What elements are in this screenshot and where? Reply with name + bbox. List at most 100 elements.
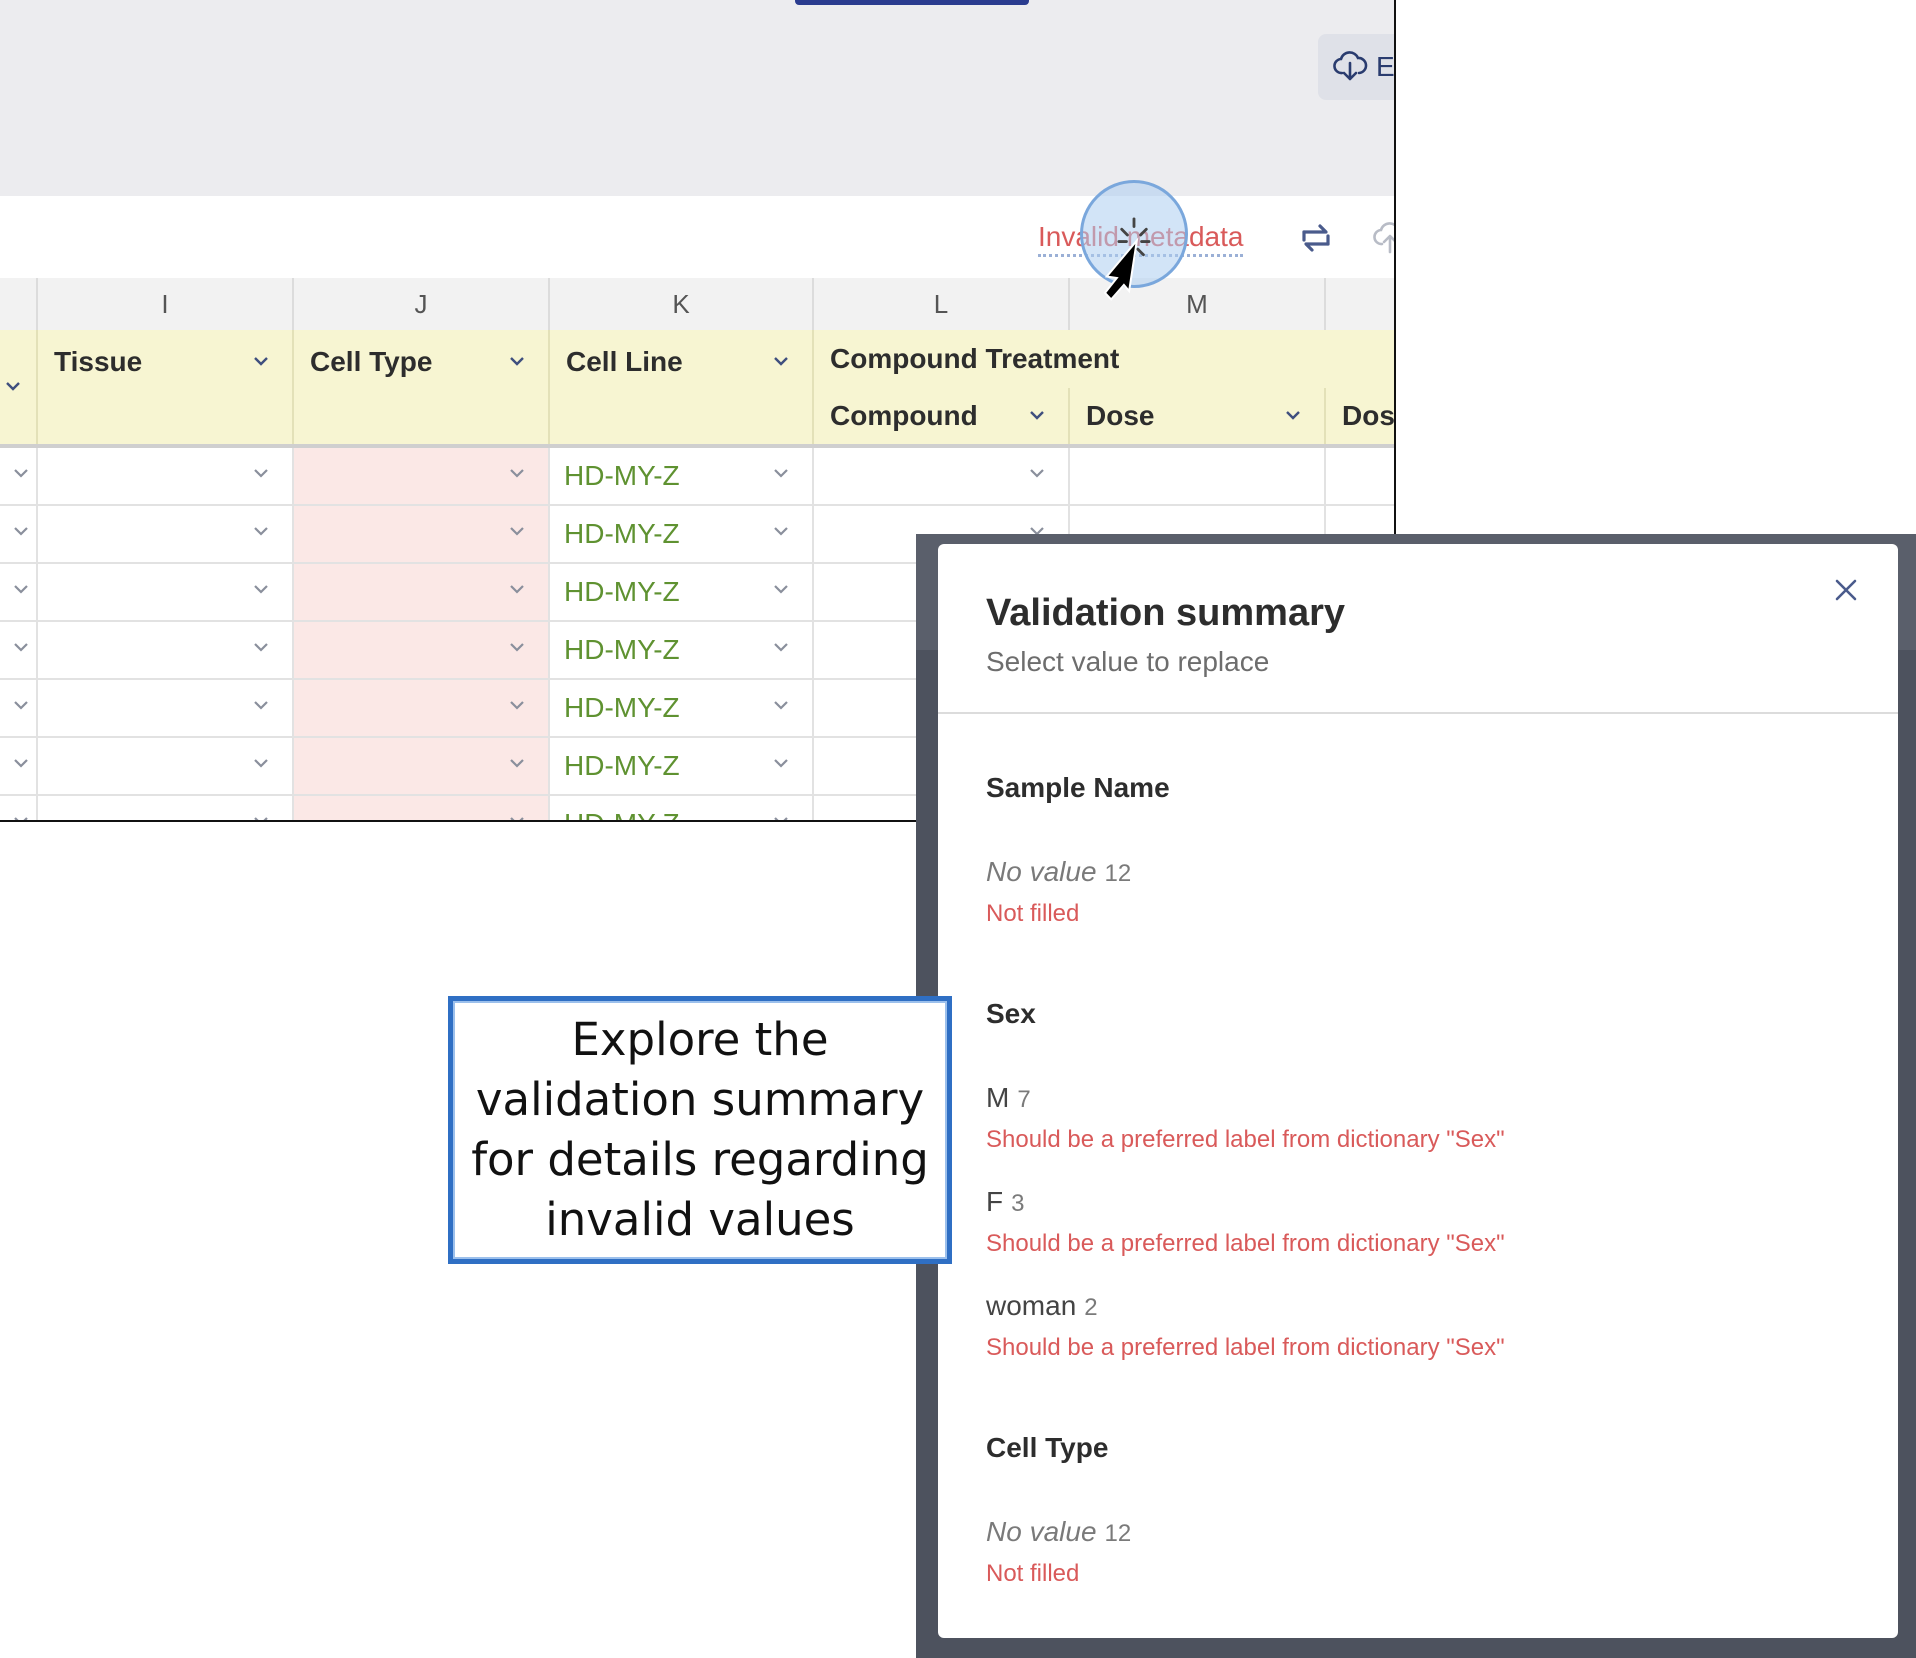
- cell-cell-line[interactable]: HD-MY-Z: [550, 738, 814, 796]
- export-button[interactable]: E:: [1318, 34, 1395, 100]
- cell-tissue[interactable]: [38, 680, 294, 738]
- cell-cell-type[interactable]: [294, 564, 550, 622]
- cell-partial[interactable]: [0, 738, 38, 796]
- chevron-down-icon[interactable]: [508, 638, 526, 656]
- chevron-down-icon[interactable]: [252, 812, 270, 822]
- chevron-down-icon[interactable]: [12, 696, 30, 714]
- invalid-value-item[interactable]: M7: [986, 1082, 1031, 1114]
- chevron-down-icon[interactable]: [4, 377, 22, 395]
- cloud-upload-icon[interactable]: [1372, 218, 1396, 258]
- chevron-down-icon[interactable]: [252, 522, 270, 540]
- cell-tissue[interactable]: [38, 448, 294, 506]
- chevron-down-icon[interactable]: [508, 464, 526, 482]
- header-tissue[interactable]: Tissue: [38, 330, 294, 446]
- cell-value: HD-MY-Z: [564, 692, 680, 723]
- chevron-down-icon[interactable]: [508, 754, 526, 772]
- invalid-value-item[interactable]: woman 2: [986, 1290, 1098, 1322]
- cell-cell-type[interactable]: [294, 738, 550, 796]
- cell-partial[interactable]: [0, 680, 38, 738]
- cell-cell-line[interactable]: HD-MY-Z: [550, 564, 814, 622]
- chevron-down-icon[interactable]: [508, 522, 526, 540]
- validation-summary-panel: Validation summary Select value to repla…: [938, 544, 1898, 1638]
- chevron-down-icon[interactable]: [12, 580, 30, 598]
- column-letter[interactable]: I: [38, 278, 294, 330]
- chevron-down-icon[interactable]: [1028, 406, 1046, 424]
- chevron-down-icon[interactable]: [252, 352, 270, 370]
- cell-cell-line[interactable]: HD-MY-Z: [550, 622, 814, 680]
- column-letter-h: [0, 278, 38, 330]
- chevron-down-icon[interactable]: [772, 464, 790, 482]
- chevron-down-icon[interactable]: [772, 696, 790, 714]
- chevron-down-icon[interactable]: [772, 580, 790, 598]
- cell-cell-type[interactable]: [294, 506, 550, 564]
- value-count: 2: [1084, 1294, 1098, 1321]
- header-partial: [0, 330, 38, 446]
- chevron-down-icon[interactable]: [772, 812, 790, 822]
- cell-partial[interactable]: [0, 564, 38, 622]
- cell-value: HD-MY-Z: [564, 634, 680, 665]
- header-label: Cell Line: [566, 346, 683, 377]
- export-button-label: E:: [1376, 51, 1395, 82]
- chevron-down-icon[interactable]: [252, 696, 270, 714]
- cell-partial[interactable]: [0, 506, 38, 564]
- cell-cell-line[interactable]: HD-MY-Z: [550, 506, 814, 564]
- cell-cell-type[interactable]: [294, 796, 550, 822]
- value-label: woman: [986, 1290, 1077, 1321]
- invalid-value-item[interactable]: F3: [986, 1186, 1024, 1218]
- chevron-down-icon[interactable]: [508, 696, 526, 714]
- validation-error: Should be a preferred label from diction…: [986, 1126, 1505, 1153]
- chevron-down-icon[interactable]: [12, 754, 30, 772]
- cell-compound[interactable]: [814, 448, 1070, 506]
- column-letter[interactable]: L: [814, 278, 1070, 330]
- chevron-down-icon[interactable]: [1028, 464, 1046, 482]
- chevron-down-icon[interactable]: [252, 638, 270, 656]
- chevron-down-icon[interactable]: [252, 580, 270, 598]
- chevron-down-icon[interactable]: [772, 522, 790, 540]
- chevron-down-icon[interactable]: [252, 464, 270, 482]
- header-compound[interactable]: Compound: [814, 388, 1070, 446]
- cell-cell-line[interactable]: HD-MY-Z: [550, 796, 814, 822]
- chevron-down-icon[interactable]: [252, 754, 270, 772]
- header-cell-type[interactable]: Cell Type: [294, 330, 550, 446]
- chevron-down-icon[interactable]: [772, 638, 790, 656]
- chevron-down-icon[interactable]: [508, 812, 526, 822]
- column-letter[interactable]: J: [294, 278, 550, 330]
- invalid-value-item[interactable]: No value 12: [986, 856, 1131, 888]
- header-dose[interactable]: Dose: [1070, 388, 1326, 446]
- cell-partial[interactable]: [0, 796, 38, 822]
- header-dose-unit-partial[interactable]: Dose: [1326, 388, 1394, 446]
- cell-partial[interactable]: [0, 622, 38, 680]
- cell-dose-unit[interactable]: [1326, 448, 1394, 506]
- invalid-value-item[interactable]: No value 12: [986, 1516, 1131, 1548]
- header-cell-line[interactable]: Cell Line: [550, 330, 814, 446]
- cell-cell-type[interactable]: [294, 622, 550, 680]
- header-label: Dose: [1086, 400, 1155, 431]
- sync-icon[interactable]: [1296, 218, 1336, 258]
- cell-cell-line[interactable]: HD-MY-Z: [550, 680, 814, 738]
- close-icon[interactable]: [1828, 572, 1864, 608]
- cell-dose[interactable]: [1070, 448, 1326, 506]
- chevron-down-icon[interactable]: [508, 580, 526, 598]
- chevron-down-icon[interactable]: [1284, 406, 1302, 424]
- chevron-down-icon[interactable]: [12, 812, 30, 822]
- cell-tissue[interactable]: [38, 796, 294, 822]
- chevron-down-icon[interactable]: [772, 352, 790, 370]
- value-label: No value: [986, 856, 1097, 887]
- cell-cell-type[interactable]: [294, 448, 550, 506]
- chevron-down-icon[interactable]: [12, 638, 30, 656]
- validation-error: Not filled: [986, 1560, 1080, 1587]
- cell-partial[interactable]: [0, 448, 38, 506]
- cell-tissue[interactable]: [38, 622, 294, 680]
- validation-error: Not filled: [986, 900, 1080, 927]
- cell-cell-type[interactable]: [294, 680, 550, 738]
- chevron-down-icon[interactable]: [508, 352, 526, 370]
- cell-tissue[interactable]: [38, 506, 294, 564]
- chevron-down-icon[interactable]: [12, 522, 30, 540]
- cell-cell-line[interactable]: HD-MY-Z: [550, 448, 814, 506]
- column-letter[interactable]: K: [550, 278, 814, 330]
- chevron-down-icon[interactable]: [772, 754, 790, 772]
- panel-subtitle: Select value to replace: [986, 646, 1270, 677]
- cell-tissue[interactable]: [38, 738, 294, 796]
- cell-tissue[interactable]: [38, 564, 294, 622]
- chevron-down-icon[interactable]: [12, 464, 30, 482]
